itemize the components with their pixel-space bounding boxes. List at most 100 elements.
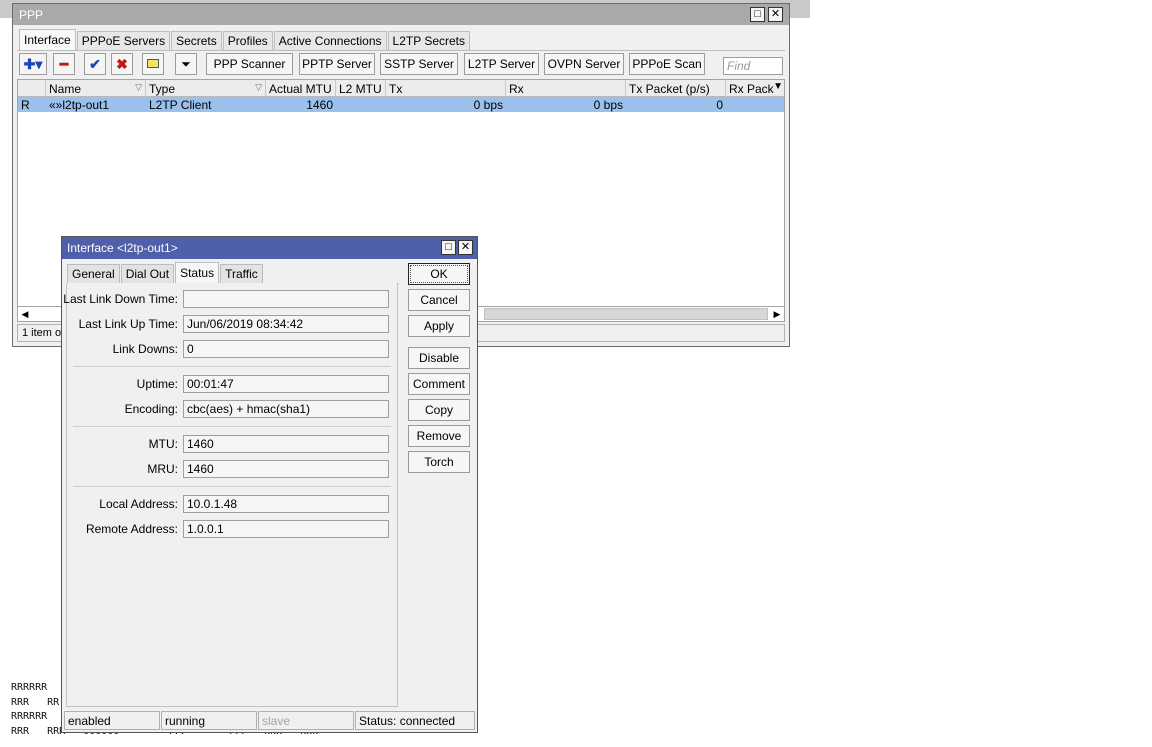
tab-dial-out[interactable]: Dial Out (120, 264, 175, 284)
mru-value[interactable]: 1460 (183, 460, 389, 478)
tab-general[interactable]: General (67, 264, 120, 284)
field-label: Uptime: (136, 377, 178, 391)
field-encoding: Encoding: cbc(aes) + hmac(sha1) (67, 400, 397, 418)
row-rx: 0 bps (593, 98, 623, 112)
remote-address-value[interactable]: 1.0.0.1 (183, 520, 389, 538)
tab-interface[interactable]: Interface (19, 29, 76, 51)
field-label: MRU: (147, 462, 178, 476)
field-label: Last Link Down Time: (63, 292, 178, 306)
copy-button[interactable]: Copy (408, 399, 470, 421)
link-downs-value[interactable]: 0 (183, 340, 389, 358)
comment-button[interactable] (142, 53, 164, 75)
tab-active-connections[interactable]: Active Connections (273, 31, 387, 51)
dialog-tabs: General Dial Out Status Traffic (67, 262, 264, 284)
maximize-icon[interactable]: □ (441, 240, 456, 255)
last-link-up-time-value[interactable]: Jun/06/2019 08:34:42 (183, 315, 389, 333)
filter-icon: ⏷ (181, 57, 191, 71)
last-link-down-time-value[interactable] (183, 290, 389, 308)
mtu-value[interactable]: 1460 (183, 435, 389, 453)
col-tx[interactable]: Tx (386, 80, 506, 97)
scroll-right-icon[interactable]: ▶ (770, 307, 784, 321)
tab-l2tp-secrets[interactable]: L2TP Secrets (387, 31, 470, 51)
disable-button[interactable]: Disable (408, 347, 470, 369)
scrollbar-thumb[interactable] (484, 308, 768, 320)
ovpn-server-button[interactable]: OVPN Server (544, 53, 624, 75)
cancel-button[interactable]: Cancel (408, 289, 470, 311)
field-label: Encoding: (124, 402, 178, 416)
minus-icon: ━ (59, 56, 69, 72)
row-actual-mtu: 1460 (306, 98, 333, 112)
ppp-window-title: PPP (19, 8, 44, 22)
scroll-left-icon[interactable]: ◀ (18, 307, 32, 321)
status-panel: Last Link Down Time: Last Link Up Time: … (63, 283, 398, 707)
find-input[interactable]: Find (723, 57, 783, 75)
dialog-status-bar: enabled running slave Status: connected (64, 711, 475, 730)
maximize-icon[interactable]: □ (750, 7, 765, 22)
tab-divider (17, 50, 785, 51)
divider (73, 426, 391, 427)
uptime-value[interactable]: 00:01:47 (183, 375, 389, 393)
encoding-value[interactable]: cbc(aes) + hmac(sha1) (183, 400, 389, 418)
sstp-server-button[interactable]: SSTP Server (380, 53, 458, 75)
field-label: Local Address: (99, 497, 178, 511)
tab-secrets[interactable]: Secrets (171, 31, 222, 51)
row-tx: 0 bps (473, 98, 503, 112)
pppoe-scan-button[interactable]: PPPoE Scan (629, 53, 705, 75)
col-type[interactable]: Type ▽ (146, 80, 266, 97)
ppp-scanner-button[interactable]: PPP Scanner (206, 53, 293, 75)
comment-button[interactable]: Comment (408, 373, 470, 395)
close-icon[interactable]: ✕ (458, 240, 473, 255)
col-rx-packet[interactable]: Rx Pack ▼ (726, 80, 784, 97)
dialog-title: Interface <l2tp-out1> (67, 241, 178, 255)
sort-icon: ▽ (135, 82, 142, 92)
divider (73, 486, 391, 487)
col-flags[interactable] (18, 80, 46, 97)
table-header: Name ▽ Type ▽ Actual MTU L2 MTU Tx Rx Tx P… (18, 80, 784, 97)
row-name: «»l2tp-out1 (49, 98, 110, 112)
row-l2-mtu (336, 97, 386, 112)
disable-button[interactable]: ✖ (111, 53, 133, 75)
close-icon[interactable]: ✕ (768, 7, 783, 22)
local-address-value[interactable]: 10.0.1.48 (183, 495, 389, 513)
table-row[interactable]: R «»l2tp-out1 L2TP Client 1460 0 bps 0 b… (18, 97, 784, 112)
apply-button[interactable]: Apply (408, 315, 470, 337)
field-link-downs: Link Downs: 0 (67, 340, 397, 358)
divider (73, 366, 391, 367)
filter-button[interactable]: ⏷ (175, 53, 197, 75)
field-last-link-up-time: Last Link Up Time: Jun/06/2019 08:34:42 (67, 315, 397, 333)
field-uptime: Uptime: 00:01:47 (67, 375, 397, 393)
sort-icon: ▽ (255, 82, 262, 92)
tab-status[interactable]: Status (175, 262, 220, 284)
torch-button[interactable]: Torch (408, 451, 470, 473)
col-tx-packet[interactable]: Tx Packet (p/s) (626, 80, 726, 97)
col-rx[interactable]: Rx (506, 80, 626, 97)
l2tp-server-button[interactable]: L2TP Server (464, 53, 539, 75)
remove-button[interactable]: Remove (408, 425, 470, 447)
status-enabled: enabled (64, 711, 160, 730)
col-l2-mtu[interactable]: L2 MTU (336, 80, 386, 97)
field-label: Link Downs: (112, 342, 178, 356)
dialog-title-bar[interactable]: Interface <l2tp-out1> □ ✕ (62, 237, 477, 259)
field-last-link-down-time: Last Link Down Time: (63, 290, 397, 308)
checkmark-icon: ✔ (89, 56, 101, 72)
field-mru: MRU: 1460 (67, 460, 397, 478)
ok-button[interactable]: OK (408, 263, 470, 285)
enable-button[interactable]: ✔ (84, 53, 106, 75)
pptp-server-button[interactable]: PPTP Server (299, 53, 375, 75)
plus-dropdown-icon: ✚▾ (23, 56, 43, 72)
tab-profiles[interactable]: Profiles (222, 31, 273, 51)
status-running: running (161, 711, 257, 730)
ppp-tabs: Interface PPPoE Servers Secrets Profiles… (19, 29, 471, 51)
tab-pppoe-servers[interactable]: PPPoE Servers (76, 31, 171, 51)
col-name[interactable]: Name ▽ (46, 80, 146, 97)
x-icon: ✖ (116, 56, 128, 72)
remove-button[interactable]: ━ (53, 53, 75, 75)
add-button[interactable]: ✚▾ (19, 53, 47, 75)
column-menu-icon[interactable]: ▼ (773, 81, 783, 92)
row-tx-packet: 0 (716, 98, 723, 112)
field-label: Last Link Up Time: (78, 317, 178, 331)
ppp-title-bar[interactable]: PPP □ ✕ (13, 4, 789, 25)
col-actual-mtu[interactable]: Actual MTU (266, 80, 336, 97)
row-flag: R (21, 98, 30, 112)
tab-traffic[interactable]: Traffic (220, 264, 263, 284)
